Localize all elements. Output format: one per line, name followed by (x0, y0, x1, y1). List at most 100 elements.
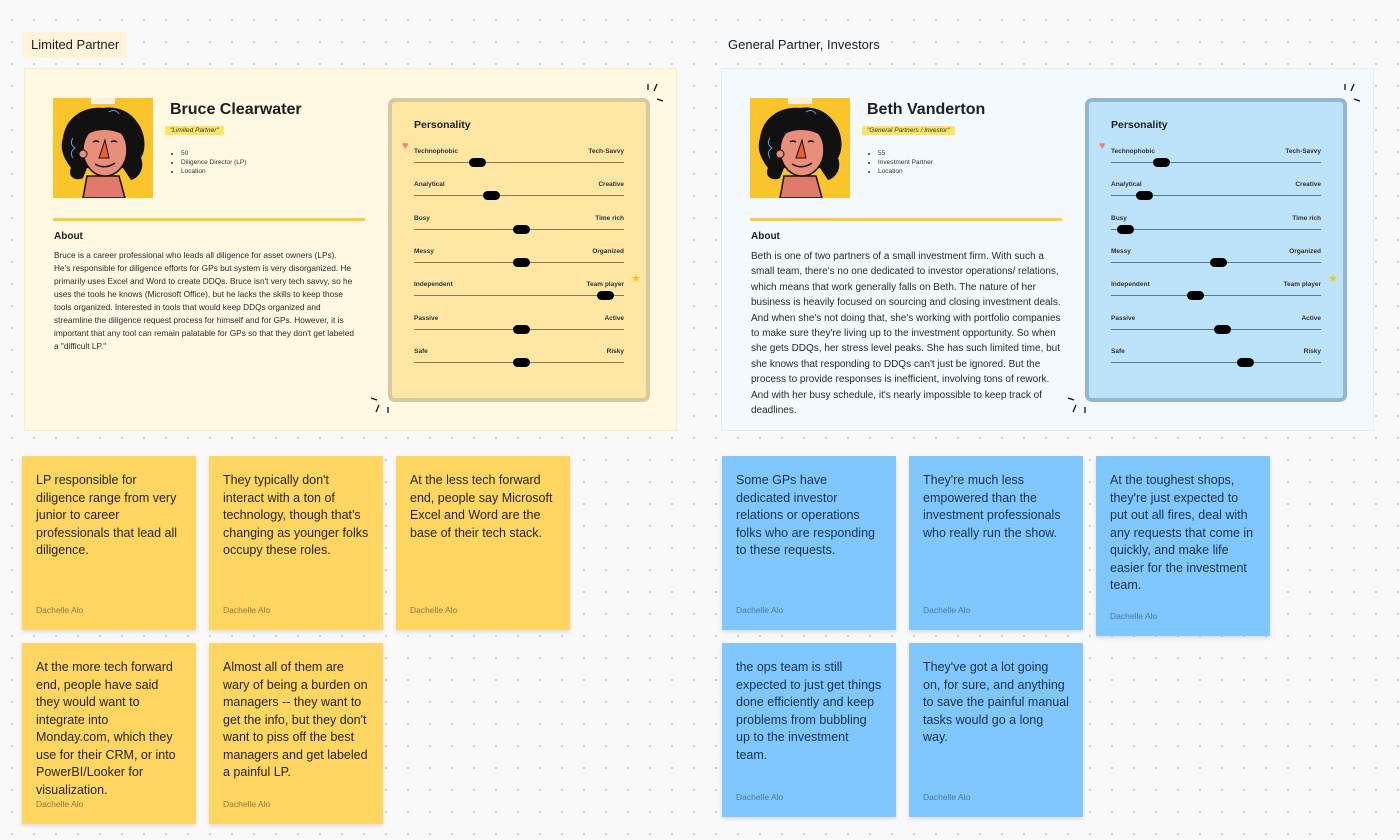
about-text: Bruce is a career professional who leads… (54, 250, 354, 351)
about-heading: About (54, 231, 83, 242)
personality-card[interactable]: Personality ♥ ★ Technophobic Tech-Savvy An… (388, 98, 650, 402)
fact-location: Location (181, 167, 246, 176)
slider-track[interactable] (414, 162, 624, 163)
trait-slider-analytical[interactable]: Analytical Creative (1111, 181, 1321, 211)
sticky-note[interactable]: the ops team is still expected to just g… (722, 643, 896, 817)
fact-title: Investment Partner (878, 158, 933, 167)
role-tag: "Limited Partner" (165, 126, 224, 135)
trait-slider-analytical[interactable]: Analytical Creative (414, 181, 624, 211)
slider-knob[interactable] (512, 224, 530, 234)
trait-slider-passive[interactable]: Passive Active (414, 315, 624, 345)
avatar[interactable] (750, 98, 850, 198)
sticky-note[interactable]: At the less tech forward end, people say… (396, 456, 570, 630)
trait-slider-independent[interactable]: Independent Team player (414, 281, 624, 311)
slider-track[interactable] (414, 195, 624, 197)
section-label-general-partner: General Partner, Investors (720, 32, 888, 58)
trait-left-label: Technophobic (414, 148, 458, 155)
trait-left-label: Analytical (1111, 181, 1142, 189)
avatar[interactable] (53, 98, 153, 198)
personality-card[interactable]: Personality ♥ ★ Technophobic Tech-Savvy An… (1085, 98, 1347, 402)
slider-knob[interactable] (596, 291, 614, 301)
slider-knob[interactable] (1209, 257, 1227, 267)
slider-knob[interactable] (512, 257, 530, 267)
slider-knob[interactable] (512, 324, 530, 334)
sticky-note-author: Dachelle Alo (923, 792, 971, 802)
trait-right-label: Team player (586, 281, 624, 289)
trait-left-label: Messy (1111, 247, 1131, 255)
sticky-note[interactable]: LP responsible for diligence range from … (22, 456, 196, 630)
slider-knob[interactable] (1186, 291, 1204, 301)
slider-knob[interactable] (483, 191, 501, 201)
fact-title: Diligence Director (LP) (181, 158, 246, 167)
trait-right-label: Risky (606, 347, 624, 355)
slider-knob[interactable] (468, 158, 486, 167)
trait-slider-technophobic[interactable]: Technophobic Tech-Savvy (414, 148, 624, 178)
slider-knob[interactable] (1213, 324, 1231, 334)
heart-icon: ♥ (402, 140, 409, 152)
trait-right-label: Active (604, 314, 624, 322)
fact-age: 55 (878, 149, 933, 158)
personality-heading: Personality (1111, 119, 1168, 131)
sticky-note-text: Some GPs have dedicated investor relatio… (736, 473, 875, 557)
about-heading: About (751, 231, 780, 242)
sticky-note-text: Almost all of them are wary of being a b… (223, 660, 368, 779)
divider (750, 218, 1062, 221)
section-label-limited-partner: Limited Partner (23, 32, 128, 58)
slider-track[interactable] (1111, 228, 1321, 230)
slider-track[interactable] (414, 295, 624, 297)
sticky-note[interactable]: Almost all of them are wary of being a b… (209, 643, 383, 824)
trait-slider-messy[interactable]: Messy Organized (414, 248, 624, 278)
trait-left-label: Analytical (414, 181, 445, 189)
trait-slider-independent[interactable]: Independent Team player (1111, 281, 1321, 311)
persona-facts-list: 50 Diligence Director (LP) Location (173, 149, 246, 176)
trait-left-label: Safe (1111, 347, 1125, 355)
sticky-note[interactable]: At the more tech forward end, people hav… (22, 643, 196, 824)
persona-frame-gp[interactable]: Beth Vanderton "General Partners / Inves… (721, 68, 1374, 431)
trait-slider-busy[interactable]: Busy Time rich (1111, 215, 1321, 245)
trait-right-label: Time rich (1292, 214, 1321, 222)
persona-frame-lp[interactable]: Bruce Clearwater "Limited Partner" 50 Di… (24, 68, 677, 431)
trait-slider-safe[interactable]: Safe Risky (414, 348, 624, 378)
trait-left-label: Busy (1111, 214, 1127, 222)
persona-facts-list: 55 Investment Partner Location (870, 149, 933, 176)
sticky-note[interactable]: At the toughest shops, they're just expe… (1096, 456, 1270, 636)
trait-right-label: Creative (1295, 181, 1321, 189)
sparkle-top-right-icon (647, 83, 664, 102)
avatar-illustration-icon (758, 107, 842, 198)
trait-slider-safe[interactable]: Safe Risky (1111, 348, 1321, 378)
avatar-illustration-icon (61, 107, 145, 198)
trait-left-label: Passive (414, 314, 439, 322)
trait-right-label: Organized (1289, 247, 1321, 255)
slider-track[interactable] (1111, 361, 1321, 363)
sticky-note[interactable]: They're much less empowered than the inv… (909, 456, 1083, 630)
sticky-note[interactable]: Some GPs have dedicated investor relatio… (722, 456, 896, 630)
persona-name: Bruce Clearwater (170, 101, 302, 118)
trait-slider-technophobic[interactable]: Technophobic Tech-Savvy (1111, 148, 1321, 178)
trait-right-label: Time rich (595, 214, 624, 222)
trait-right-label: Organized (592, 247, 624, 255)
slider-knob[interactable] (512, 357, 530, 367)
trait-slider-busy[interactable]: Busy Time rich (414, 215, 624, 245)
fact-location: Location (878, 167, 933, 176)
personality-heading: Personality (414, 119, 471, 131)
sticky-note-author: Dachelle Alo (1110, 611, 1158, 621)
sticky-note[interactable]: They typically don't interact with a ton… (209, 456, 383, 630)
slider-track[interactable] (1111, 162, 1321, 163)
trait-left-label: Safe (414, 347, 428, 355)
slider-track[interactable] (1111, 295, 1321, 297)
trait-left-label: Busy (414, 214, 430, 222)
sticky-note[interactable]: They've got a lot going on, for sure, an… (909, 643, 1083, 817)
trait-right-label: Risky (1303, 347, 1321, 355)
sticky-note-author: Dachelle Alo (223, 799, 271, 809)
slider-knob[interactable] (1117, 224, 1135, 234)
trait-slider-messy[interactable]: Messy Organized (1111, 248, 1321, 278)
slider-knob[interactable] (1136, 191, 1154, 201)
trait-right-label: Tech-Savvy (1285, 148, 1321, 155)
sticky-note-author: Dachelle Alo (736, 792, 784, 802)
about-text: Beth is one of two partners of a small i… (751, 251, 1061, 417)
trait-slider-passive[interactable]: Passive Active (1111, 315, 1321, 345)
star-icon: ★ (631, 273, 641, 285)
slider-knob[interactable] (1152, 158, 1170, 167)
sticky-note-text: At the more tech forward end, people hav… (36, 660, 176, 797)
slider-knob[interactable] (1236, 357, 1254, 367)
